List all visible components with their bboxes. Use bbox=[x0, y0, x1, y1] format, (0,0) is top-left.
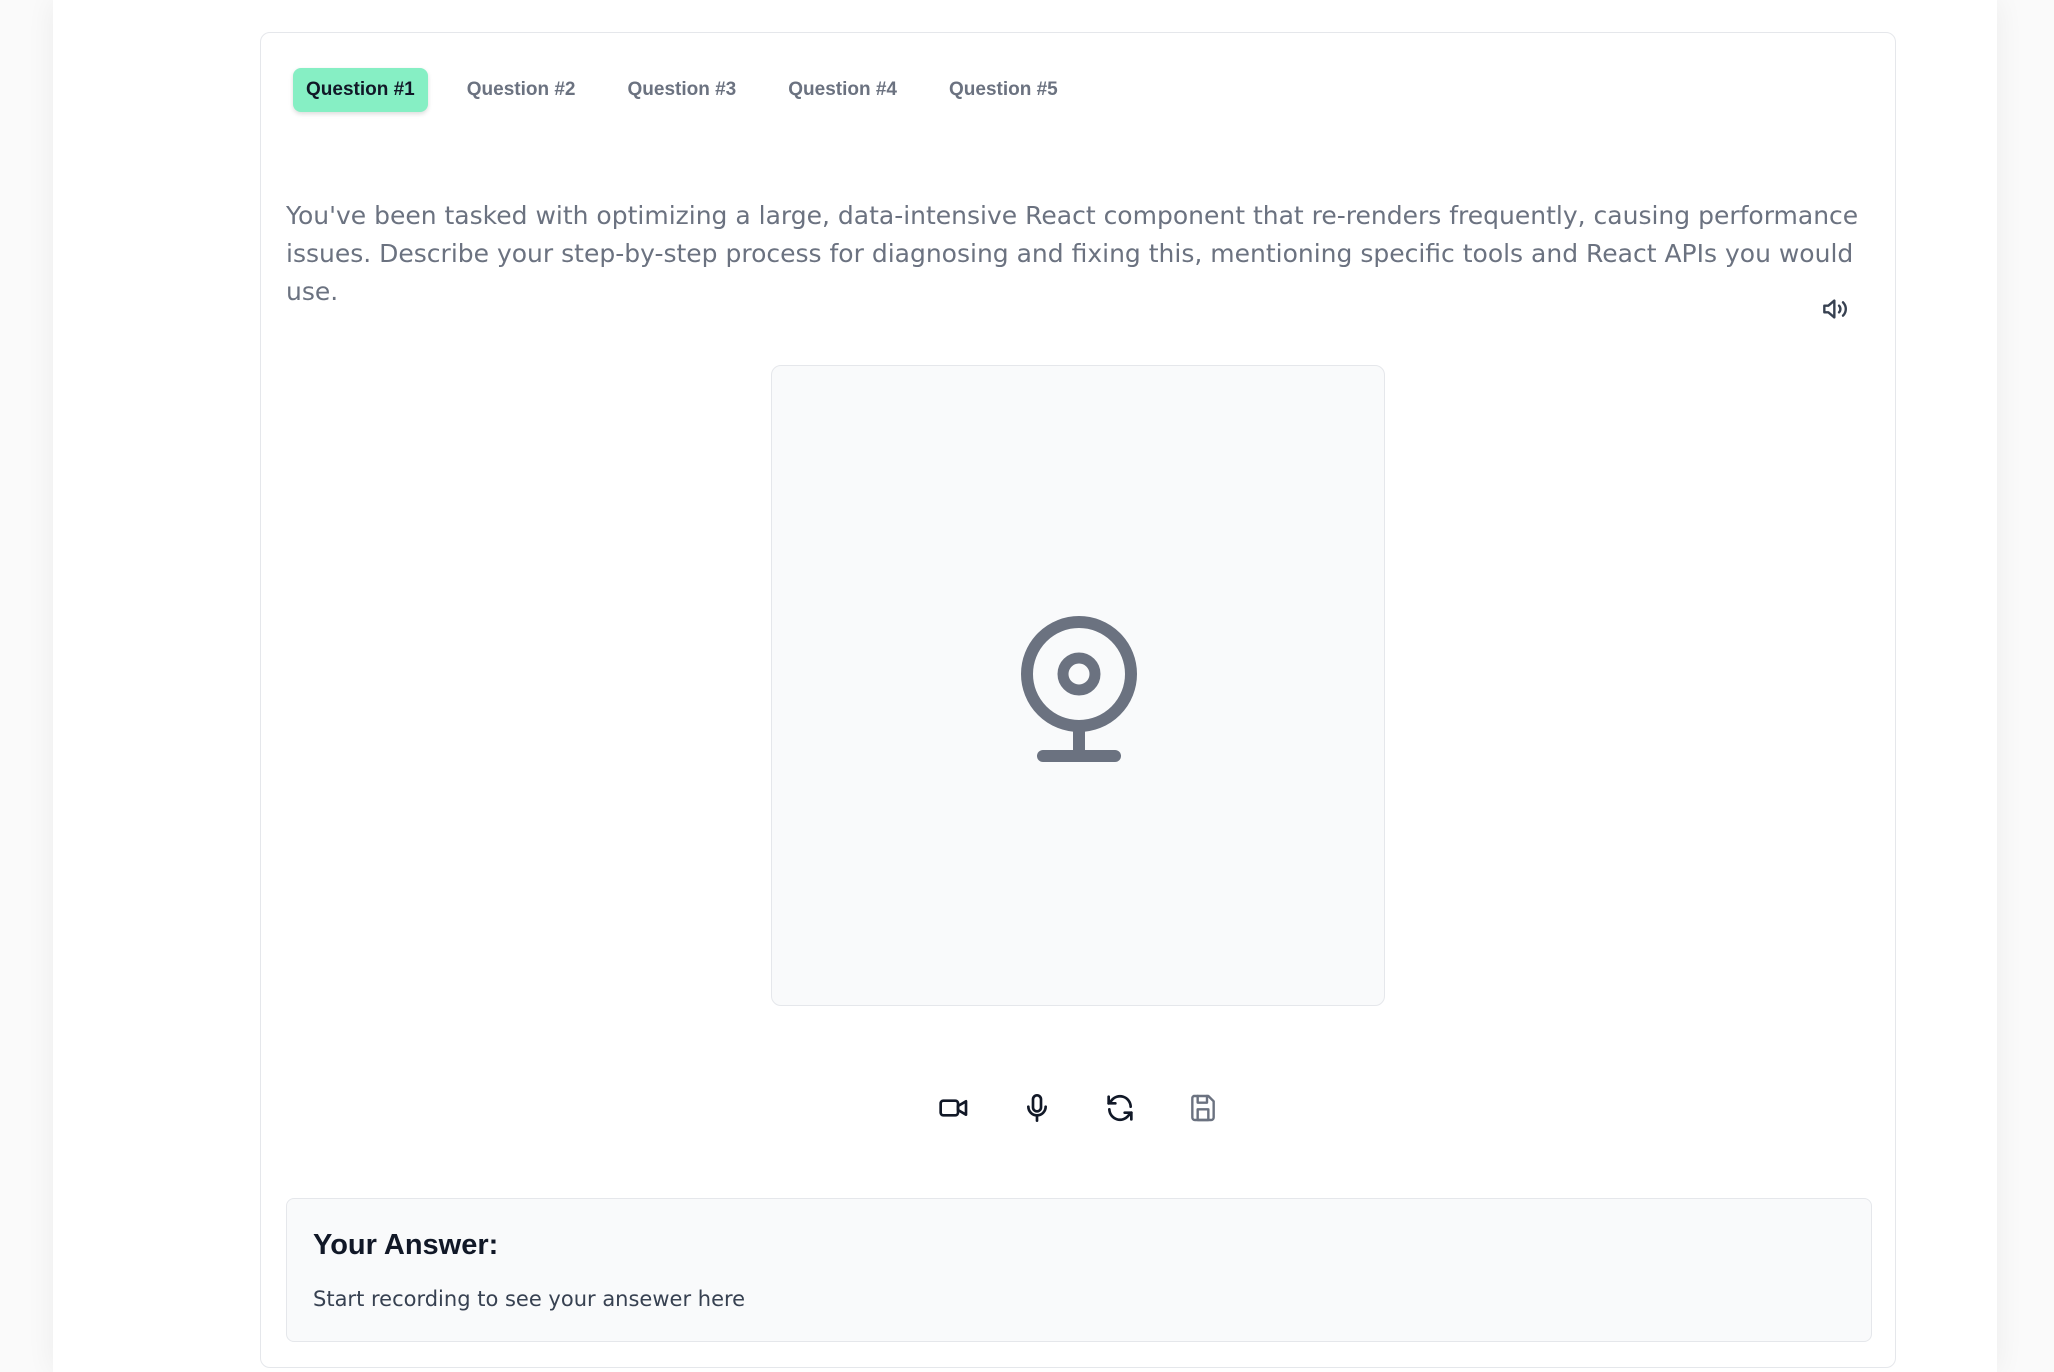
video-camera-icon bbox=[939, 1099, 968, 1117]
tab-question-5[interactable]: Question #5 bbox=[936, 68, 1071, 112]
answer-placeholder-text: Start recording to see your ansewer here bbox=[313, 1287, 746, 1311]
microphone-icon bbox=[1027, 1094, 1047, 1122]
restart-recording-button[interactable] bbox=[1098, 1086, 1142, 1130]
tab-question-4[interactable]: Question #4 bbox=[775, 68, 910, 112]
answer-title: Your Answer: bbox=[313, 1229, 499, 1261]
recording-controls bbox=[932, 1086, 1264, 1130]
webcam-preview bbox=[771, 365, 1385, 1006]
tab-question-3[interactable]: Question #3 bbox=[615, 68, 750, 112]
question-tabs: Question #1 Question #2 Question #3 Ques… bbox=[293, 68, 1097, 112]
toggle-microphone-button[interactable] bbox=[1015, 1086, 1059, 1130]
toggle-video-button[interactable] bbox=[932, 1086, 976, 1130]
volume-icon bbox=[1823, 299, 1847, 319]
main-column: Question #1 Question #2 Question #3 Ques… bbox=[53, 0, 1997, 1372]
answer-panel: Your Answer: Start recording to see your… bbox=[286, 1198, 1872, 1342]
tab-question-1[interactable]: Question #1 bbox=[293, 68, 428, 112]
tab-question-2[interactable]: Question #2 bbox=[454, 68, 589, 112]
question-text: You've been tasked with optimizing a lar… bbox=[286, 201, 1859, 306]
question-card: Question #1 Question #2 Question #3 Ques… bbox=[260, 32, 1896, 1368]
read-aloud-button[interactable] bbox=[1817, 291, 1853, 327]
refresh-icon bbox=[1107, 1094, 1133, 1122]
webcam-icon bbox=[1021, 616, 1137, 762]
save-icon bbox=[1191, 1094, 1215, 1122]
save-answer-button[interactable] bbox=[1181, 1086, 1225, 1130]
